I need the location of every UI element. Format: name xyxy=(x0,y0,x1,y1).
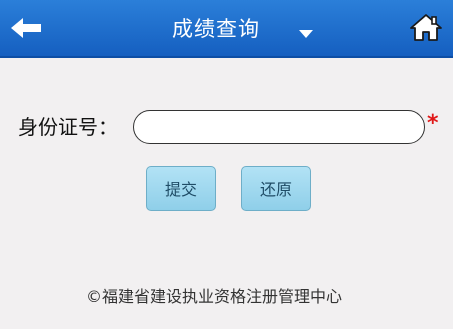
reset-button[interactable]: 还原 xyxy=(241,166,311,211)
title-wrap[interactable]: 成绩查询 xyxy=(172,14,260,44)
submit-button[interactable]: 提交 xyxy=(146,166,216,211)
id-number-label: 身份证号： xyxy=(18,115,118,139)
required-asterisk: * xyxy=(427,111,439,136)
id-number-input[interactable] xyxy=(133,110,425,144)
home-icon xyxy=(410,14,442,41)
title-dropdown-toggle[interactable] xyxy=(298,24,314,38)
back-arrow-icon xyxy=(11,18,41,38)
page-title: 成绩查询 xyxy=(172,17,260,41)
back-button[interactable] xyxy=(9,14,43,42)
footer-copyright: ©福建省建设执业资格注册管理中心 xyxy=(86,287,343,306)
header-bar: 成绩查询 xyxy=(0,0,453,58)
home-button[interactable] xyxy=(410,13,442,41)
id-number-row: 身份证号： * xyxy=(18,109,448,145)
chevron-down-icon xyxy=(299,30,313,38)
